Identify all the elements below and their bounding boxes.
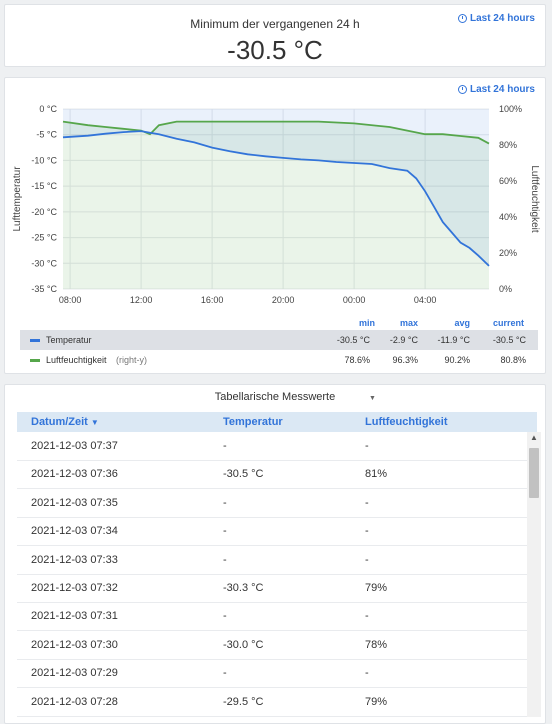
table-panel: Tabellarische Messwerte ▼ Datum/Zeit ▼ T… bbox=[4, 384, 546, 724]
cell-temperatur: - bbox=[223, 496, 227, 509]
legend-header-max[interactable]: max bbox=[368, 318, 418, 328]
y-right-tick-label: 100% bbox=[499, 104, 522, 114]
table-row: 2021-12-03 07:30 -30.0 °C 78% bbox=[17, 631, 527, 660]
cell-datetime: 2021-12-03 07:30 bbox=[31, 638, 118, 651]
stat-panel: Last 24 hours Minimum der vergangenen 24… bbox=[4, 4, 546, 67]
cell-luftfeuchtigkeit: - bbox=[365, 496, 369, 509]
legend-avg: 90.2% bbox=[444, 355, 470, 365]
sort-desc-icon: ▼ bbox=[90, 418, 99, 427]
legend-max: 96.3% bbox=[392, 355, 418, 365]
table-title[interactable]: Tabellarische Messwerte bbox=[5, 391, 545, 403]
cell-datetime: 2021-12-03 07:29 bbox=[31, 667, 118, 680]
graph-panel: Last 24 hours 0 °C -5 °C -10 °C -15 °C -20 °… bbox=[4, 77, 546, 374]
cell-temperatur: - bbox=[223, 610, 227, 623]
legend-avg: -11.9 °C bbox=[437, 335, 470, 345]
cell-luftfeuchtigkeit: - bbox=[365, 440, 369, 452]
cell-datetime: 2021-12-03 07:37 bbox=[31, 440, 118, 452]
table-row: 2021-12-03 07:34 - - bbox=[17, 517, 527, 547]
cell-datetime: 2021-12-03 07:28 bbox=[31, 695, 118, 708]
cell-luftfeuchtigkeit: 79% bbox=[365, 695, 388, 708]
y-left-tick-label: -15 °C bbox=[31, 181, 57, 191]
legend-max: -2.9 °C bbox=[389, 335, 418, 345]
table-row: 2021-12-03 07:29 - - bbox=[17, 659, 527, 689]
legend-series-suffix: (right-y) bbox=[116, 355, 147, 365]
stat-value: -30.5 °C bbox=[227, 35, 323, 65]
legend-row-luftfeuchtigkeit[interactable]: Luftfeuchtigkeit (right-y) 78.6% 96.3% 9… bbox=[20, 350, 538, 370]
cell-temperatur: - bbox=[223, 553, 227, 566]
y-left-tick-label: -25 °C bbox=[31, 233, 57, 243]
legend-min: -30.5 °C bbox=[336, 335, 370, 345]
cell-datetime: 2021-12-03 07:33 bbox=[31, 553, 118, 566]
stat-title: Minimum der vergangenen 24 h bbox=[190, 17, 360, 31]
x-tick-label: 04:00 bbox=[414, 295, 437, 305]
cell-temperatur: -30.0 °C bbox=[223, 638, 264, 651]
legend-header-avg[interactable]: avg bbox=[420, 318, 470, 328]
cell-temperatur: -29.5 °C bbox=[223, 695, 264, 708]
column-header-luftfeuchtigkeit[interactable]: Luftfeuchtigkeit bbox=[365, 416, 448, 428]
cell-datetime: 2021-12-03 07:31 bbox=[31, 610, 118, 623]
table-row: 2021-12-03 07:36 -30.5 °C 81% bbox=[17, 460, 527, 490]
legend-header-current[interactable]: current bbox=[474, 318, 524, 328]
cell-datetime: 2021-12-03 07:36 bbox=[31, 468, 118, 481]
cell-luftfeuchtigkeit: - bbox=[365, 667, 369, 680]
line-chart[interactable]: 0 °C -5 °C -10 °C -15 °C -20 °C -25 °C -30 °C -… bbox=[5, 78, 547, 318]
cell-luftfeuchtigkeit: - bbox=[365, 525, 369, 538]
cell-temperatur: -30.5 °C bbox=[223, 468, 264, 481]
cell-luftfeuchtigkeit: 81% bbox=[365, 468, 388, 481]
table-row: 2021-12-03 07:28 -29.5 °C 79% bbox=[17, 688, 527, 717]
x-tick-label: 08:00 bbox=[59, 295, 82, 305]
x-tick-label: 20:00 bbox=[272, 295, 295, 305]
y-left-tick-label: -10 °C bbox=[31, 155, 57, 165]
legend-swatch-luftfeuchtigkeit bbox=[30, 359, 40, 362]
y-right-tick-label: 40% bbox=[499, 212, 517, 222]
cell-temperatur: - bbox=[223, 667, 227, 680]
cell-luftfeuchtigkeit: 78% bbox=[365, 638, 388, 651]
cell-temperatur: - bbox=[223, 525, 227, 538]
legend-series-name: Luftfeuchtigkeit bbox=[46, 355, 107, 365]
table-row: 2021-12-03 07:35 - - bbox=[17, 489, 527, 518]
y-left-tick-label: 0 °C bbox=[39, 104, 57, 114]
scroll-thumb[interactable] bbox=[529, 448, 539, 498]
y-left-tick-label: -5 °C bbox=[36, 130, 57, 140]
cell-datetime: 2021-12-03 07:35 bbox=[31, 496, 118, 509]
y-right-tick-label: 0% bbox=[499, 284, 512, 294]
column-header-datum[interactable]: Datum/Zeit ▼ bbox=[31, 416, 99, 428]
chevron-down-icon[interactable]: ▼ bbox=[369, 395, 376, 402]
table-row: 2021-12-03 07:31 - - bbox=[17, 602, 527, 632]
column-header-label: Datum/Zeit bbox=[31, 416, 88, 428]
legend-swatch-temperatur bbox=[30, 339, 40, 342]
table-row: 2021-12-03 07:33 - - bbox=[17, 546, 527, 575]
cell-temperatur: -30.3 °C bbox=[223, 582, 264, 594]
y-right-tick-label: 60% bbox=[499, 176, 517, 186]
cell-temperatur: - bbox=[223, 440, 227, 452]
cell-luftfeuchtigkeit: - bbox=[365, 553, 369, 566]
legend-series-name: Temperatur bbox=[46, 335, 92, 345]
legend-current: 80.8% bbox=[500, 355, 526, 365]
cell-luftfeuchtigkeit: - bbox=[365, 610, 369, 623]
cell-datetime: 2021-12-03 07:32 bbox=[31, 582, 118, 594]
column-header-temperatur[interactable]: Temperatur bbox=[223, 416, 283, 428]
y-left-tick-label: -20 °C bbox=[31, 207, 57, 217]
y-left-tick-label: -35 °C bbox=[31, 284, 57, 294]
scrollbar[interactable]: ▲ bbox=[527, 432, 541, 717]
y-right-tick-label: 20% bbox=[499, 248, 517, 258]
y-left-axis-label: Lufttemperatur bbox=[12, 166, 23, 232]
table-row: 2021-12-03 07:32 -30.3 °C 79% bbox=[17, 574, 527, 603]
y-right-tick-label: 80% bbox=[499, 140, 517, 150]
x-tick-label: 00:00 bbox=[343, 295, 366, 305]
cell-luftfeuchtigkeit: 79% bbox=[365, 582, 388, 594]
y-left-tick-label: -30 °C bbox=[31, 258, 57, 268]
table-row: 2021-12-03 07:37 - - bbox=[17, 432, 527, 461]
legend-min: 78.6% bbox=[344, 355, 370, 365]
cell-datetime: 2021-12-03 07:34 bbox=[31, 525, 118, 538]
y-right-axis-label: Luftfeuchtigkeit bbox=[529, 165, 540, 232]
x-tick-label: 16:00 bbox=[201, 295, 224, 305]
legend-current: -30.5 °C bbox=[492, 335, 526, 345]
table-header: Datum/Zeit ▼ Temperatur Luftfeuchtigkeit bbox=[17, 412, 537, 432]
scroll-up-icon[interactable]: ▲ bbox=[530, 433, 538, 442]
x-tick-label: 12:00 bbox=[130, 295, 153, 305]
legend-row-temperatur[interactable]: Temperatur -30.5 °C -2.9 °C -11.9 °C -30… bbox=[20, 330, 538, 350]
